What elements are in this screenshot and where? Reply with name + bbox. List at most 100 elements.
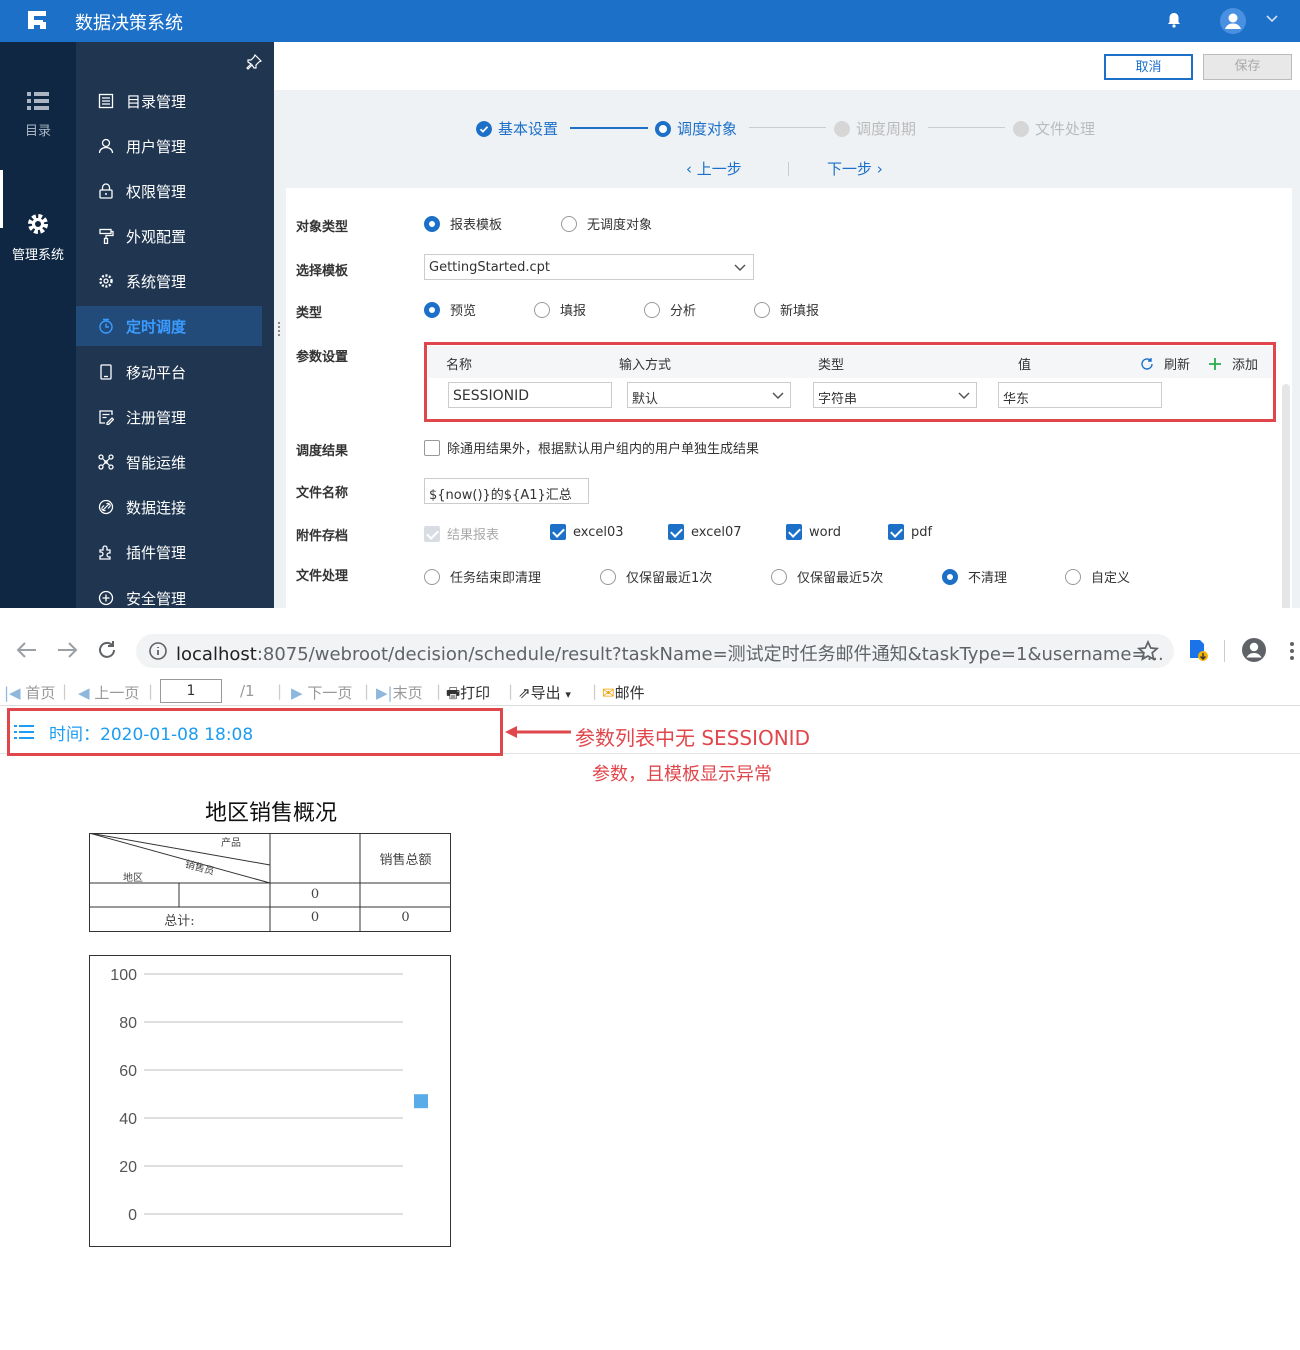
radio-keep-last-5[interactable]: 仅保留最近5次 xyxy=(771,567,883,586)
mail-button[interactable]: ✉邮件 xyxy=(602,682,645,703)
kebab-menu-icon[interactable] xyxy=(1288,640,1296,662)
step-period[interactable]: 调度周期 xyxy=(834,118,916,139)
last-page-button[interactable]: ▶|末页 xyxy=(376,682,423,703)
checkbox-word[interactable]: word xyxy=(786,524,841,540)
reload-icon[interactable] xyxy=(96,639,118,661)
forward-icon[interactable] xyxy=(56,640,78,660)
menu-item-user[interactable]: 用户管理 xyxy=(76,126,262,166)
radio-keep-last-1[interactable]: 仅保留最近1次 xyxy=(600,567,712,586)
menu-label: 安全管理 xyxy=(126,589,187,608)
menu-item-plugin[interactable]: 插件管理 xyxy=(76,532,262,572)
last-page-icon: ▶| xyxy=(376,684,393,702)
first-page-button[interactable]: |◀ 首页 xyxy=(4,682,55,703)
filename-input[interactable]: ${now()}的${A1}汇总 xyxy=(424,478,589,504)
page-number-input[interactable]: 1 xyxy=(160,679,222,703)
cancel-button[interactable]: 取消 xyxy=(1104,54,1193,80)
y-tick-label: 40 xyxy=(119,1111,137,1128)
radio-fill[interactable]: 填报 xyxy=(534,300,586,319)
app-logo-icon xyxy=(28,11,46,29)
menu-label: 系统管理 xyxy=(126,272,187,291)
scrollbar[interactable] xyxy=(1282,384,1290,608)
print-button[interactable]: 🖶打印 xyxy=(446,682,490,708)
step-label: 文件处理 xyxy=(1035,120,1096,138)
step-basic[interactable]: 基本设置 xyxy=(476,118,558,139)
radio-preview[interactable]: 预览 xyxy=(424,300,476,319)
menu-item-catalog[interactable]: 目录管理 xyxy=(76,81,262,121)
radio-icon xyxy=(1065,568,1081,585)
menu-label: 用户管理 xyxy=(126,137,187,156)
menu-item-permission[interactable]: 权限管理 xyxy=(76,171,262,211)
divider xyxy=(1224,640,1225,662)
checkbox-excel03[interactable]: excel03 xyxy=(550,524,624,540)
chevron-down-icon xyxy=(734,264,746,272)
menu-item-ops[interactable]: 智能运维 xyxy=(76,442,262,482)
radio-icon xyxy=(600,568,616,585)
y-tick-label: 80 xyxy=(119,1015,137,1032)
option-label: 不清理 xyxy=(968,571,1008,586)
rail-item-catalog[interactable]: 目录 xyxy=(0,90,76,139)
chevron-down-icon[interactable] xyxy=(1264,10,1280,26)
checkbox-result-report: 结果报表 xyxy=(424,524,499,543)
user-avatar[interactable] xyxy=(1220,8,1246,34)
option-label: 填报 xyxy=(560,304,587,319)
lock-icon xyxy=(99,183,113,199)
menu-label: 定时调度 xyxy=(126,317,187,336)
save-button[interactable]: 保存 xyxy=(1203,54,1292,80)
radio-no-clean[interactable]: 不清理 xyxy=(942,567,1007,586)
prev-step-button[interactable]: ‹ 上一步 xyxy=(686,158,742,179)
pin-icon[interactable] xyxy=(246,54,262,70)
template-select[interactable]: GettingStarted.cpt xyxy=(424,254,754,280)
radio-analysis[interactable]: 分析 xyxy=(644,300,696,319)
info-icon[interactable] xyxy=(148,641,168,661)
mail-label: 邮件 xyxy=(614,684,645,702)
checkbox-icon xyxy=(786,524,802,540)
next-page-button[interactable]: ▶ 下一页 xyxy=(291,682,352,703)
radio-icon xyxy=(561,215,577,232)
extension-icon[interactable] xyxy=(1186,638,1210,662)
menu-item-schedule[interactable]: 定时调度 xyxy=(76,306,262,346)
radio-custom[interactable]: 自定义 xyxy=(1065,567,1130,586)
bell-icon[interactable] xyxy=(1165,11,1183,29)
next-step-button[interactable]: 下一步 › xyxy=(827,158,883,179)
option-label: 结果报表 xyxy=(447,528,500,543)
y-tick-label: 100 xyxy=(110,967,137,984)
prev-page-button[interactable]: ◀ 上一页 xyxy=(78,682,139,703)
menu-item-mobile[interactable]: 移动平台 xyxy=(76,352,262,392)
radio-report-template[interactable]: 报表模板 xyxy=(424,214,502,233)
menu-item-register[interactable]: 注册管理 xyxy=(76,397,262,437)
checkbox-icon xyxy=(424,525,440,542)
chevron-left-icon: ‹ xyxy=(686,160,692,178)
option-label: 新填报 xyxy=(780,304,820,319)
star-icon[interactable] xyxy=(1137,640,1159,662)
top-bar xyxy=(0,0,1300,42)
step-file[interactable]: 文件处理 xyxy=(1013,118,1095,139)
back-icon[interactable] xyxy=(16,640,38,660)
checkbox-pdf[interactable]: pdf xyxy=(888,524,932,540)
step-target[interactable]: 调度对象 xyxy=(655,118,737,139)
print-label: 打印 xyxy=(460,684,491,702)
object-type-label: 对象类型 xyxy=(296,220,349,235)
menu-item-security[interactable]: 安全管理 xyxy=(76,578,262,618)
export-button[interactable]: ⇗导出 ▾ xyxy=(518,682,571,703)
annotation-line-2: 参数，且模板显示异常 xyxy=(592,764,772,785)
checkbox-per-user-result[interactable]: 除通用结果外，根据默认用户组内的用户单独生成结果 xyxy=(424,438,759,457)
table-cell: 0 xyxy=(401,910,410,925)
data-point[interactable] xyxy=(414,1094,428,1109)
rail-item-manage[interactable]: 管理系统 xyxy=(0,212,76,263)
option-label: 预览 xyxy=(450,304,477,319)
header-total: 销售总额 xyxy=(379,853,432,868)
plugin-icon xyxy=(99,545,111,560)
menu-item-dataconn[interactable]: 数据连接 xyxy=(76,487,262,527)
radio-no-object[interactable]: 无调度对象 xyxy=(561,214,652,233)
resize-handle[interactable] xyxy=(278,322,282,336)
account-icon[interactable] xyxy=(1241,637,1267,663)
separator: | xyxy=(277,682,283,700)
menu-item-system[interactable]: 系统管理 xyxy=(76,261,262,301)
radio-new-fill[interactable]: 新填报 xyxy=(754,300,819,319)
checkbox-excel07[interactable]: excel07 xyxy=(668,524,742,540)
report-title: 地区销售概况 xyxy=(204,801,337,826)
radio-clean-on-finish[interactable]: 任务结束即清理 xyxy=(424,567,541,586)
next-step-label: 下一步 xyxy=(827,160,873,178)
nav-rail: 目录 管理系统 xyxy=(0,42,76,608)
menu-item-appearance[interactable]: 外观配置 xyxy=(76,216,262,256)
